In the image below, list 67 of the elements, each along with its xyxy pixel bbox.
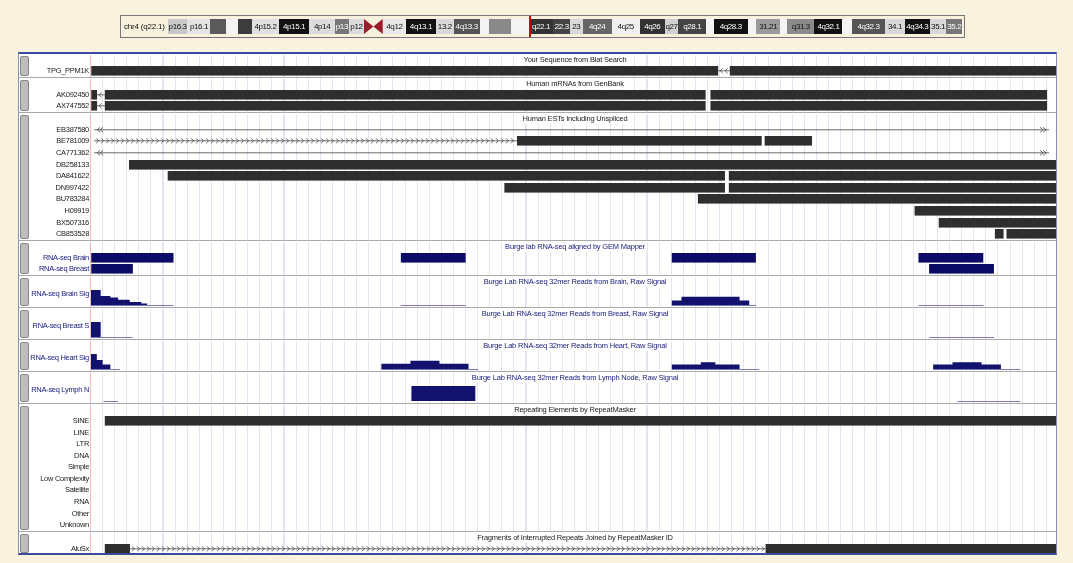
signal-baseline	[918, 305, 984, 306]
chromosome-band[interactable]	[210, 18, 226, 34]
chromosome-band[interactable]	[747, 18, 757, 34]
chromosome-band[interactable]: q31.3	[787, 18, 815, 34]
signal-baseline	[956, 401, 1021, 402]
track-handle[interactable]	[20, 533, 29, 553]
signal-baseline	[928, 337, 995, 338]
chromosome-band[interactable]: q22.1	[528, 18, 554, 34]
chromosome-band[interactable]: 4q13.3	[453, 18, 480, 34]
track-handle[interactable]	[20, 405, 29, 530]
signal-baseline	[400, 305, 466, 306]
signal-histogram	[91, 321, 101, 337]
track-handle[interactable]	[20, 373, 29, 402]
track-handle[interactable]	[20, 341, 29, 370]
alignment-block[interactable]	[104, 415, 1056, 426]
chromosome-band[interactable]: 22.3	[553, 18, 571, 34]
chromosome-band[interactable]: p13	[335, 18, 349, 34]
alignment-block[interactable]	[504, 182, 725, 193]
chromosome-band[interactable]: 4p14	[309, 18, 336, 34]
chromosome-band[interactable]: 35.2	[946, 18, 962, 34]
chromosome-band[interactable]: 4q26	[639, 18, 665, 34]
chromosome-band[interactable]: 4q25	[611, 18, 640, 34]
alignment-block[interactable]	[91, 252, 174, 263]
alignment-block[interactable]	[671, 252, 756, 263]
chromosome-band[interactable]: 34.1	[885, 18, 905, 34]
track-handle[interactable]	[20, 309, 29, 338]
alignment-block[interactable]	[91, 101, 98, 111]
alignment-block[interactable]	[764, 136, 813, 146]
alignment-block[interactable]	[400, 252, 466, 263]
alignment-block[interactable]	[104, 543, 130, 553]
alignment-block[interactable]	[91, 89, 98, 100]
alignment-block[interactable]	[710, 89, 1048, 100]
chromosome-band[interactable]: 4q13.1	[405, 18, 436, 34]
chromosome-band[interactable]: 4q34.3	[904, 18, 930, 34]
chromosome-band[interactable]: 4q32.1	[814, 18, 843, 34]
alignment-block[interactable]	[765, 543, 1056, 553]
alignment-block[interactable]	[994, 229, 1004, 239]
track-handle[interactable]	[20, 277, 29, 306]
track-handle[interactable]	[20, 114, 29, 239]
chromosome-label: chr4 (q22.1)	[123, 21, 166, 31]
chromosome-band[interactable]: 4p15.2	[251, 18, 279, 34]
intron-line	[96, 91, 106, 98]
signal-histogram	[411, 385, 476, 401]
chromosome-ideogram[interactable]: chr4 (q22.1) p16.3 p16.1 4p15.2 4p15.1 4p14 p13 p12 4q12 4q13.1 13.2 4q13.3 q22.1 22.3 23 4q24 4q25 4q26 q27 q28.1 4q28.3 31.21 q31.3 4q32.1 4q32.3 34.1 4q34.3 35.1 35.2	[120, 14, 965, 38]
signal-baseline	[90, 337, 133, 338]
chromosome-band[interactable]	[479, 18, 489, 34]
chromosome-band[interactable]: q28.1	[678, 18, 707, 34]
chromosome-band[interactable]: 4q12	[382, 18, 406, 34]
track-handle[interactable]	[20, 242, 29, 274]
alignment-block[interactable]	[104, 89, 706, 100]
signal-baseline	[103, 401, 119, 402]
chromosome-band[interactable]: 4q28.3	[713, 18, 748, 34]
intron-line	[96, 103, 106, 109]
track-handle[interactable]	[20, 56, 29, 76]
chromosome-band[interactable]: 4p15.1	[278, 18, 310, 34]
chromosome-band[interactable]: p16.3	[167, 18, 188, 34]
chromosome-band[interactable]: 23	[570, 18, 583, 34]
chromosome-band[interactable]	[238, 18, 252, 34]
alignment-block[interactable]	[728, 182, 1056, 193]
track-handle[interactable]	[20, 79, 29, 111]
chromosome-band[interactable]: 4q32.3	[851, 18, 886, 34]
intron-line	[717, 67, 731, 74]
chromosome-band[interactable]: p16.1	[187, 18, 211, 34]
signal-baseline	[90, 369, 121, 370]
chromosome-band[interactable]: 4q24	[582, 18, 612, 34]
chromosome-band[interactable]: 31.21	[756, 18, 781, 34]
alignment-block[interactable]	[918, 252, 984, 263]
